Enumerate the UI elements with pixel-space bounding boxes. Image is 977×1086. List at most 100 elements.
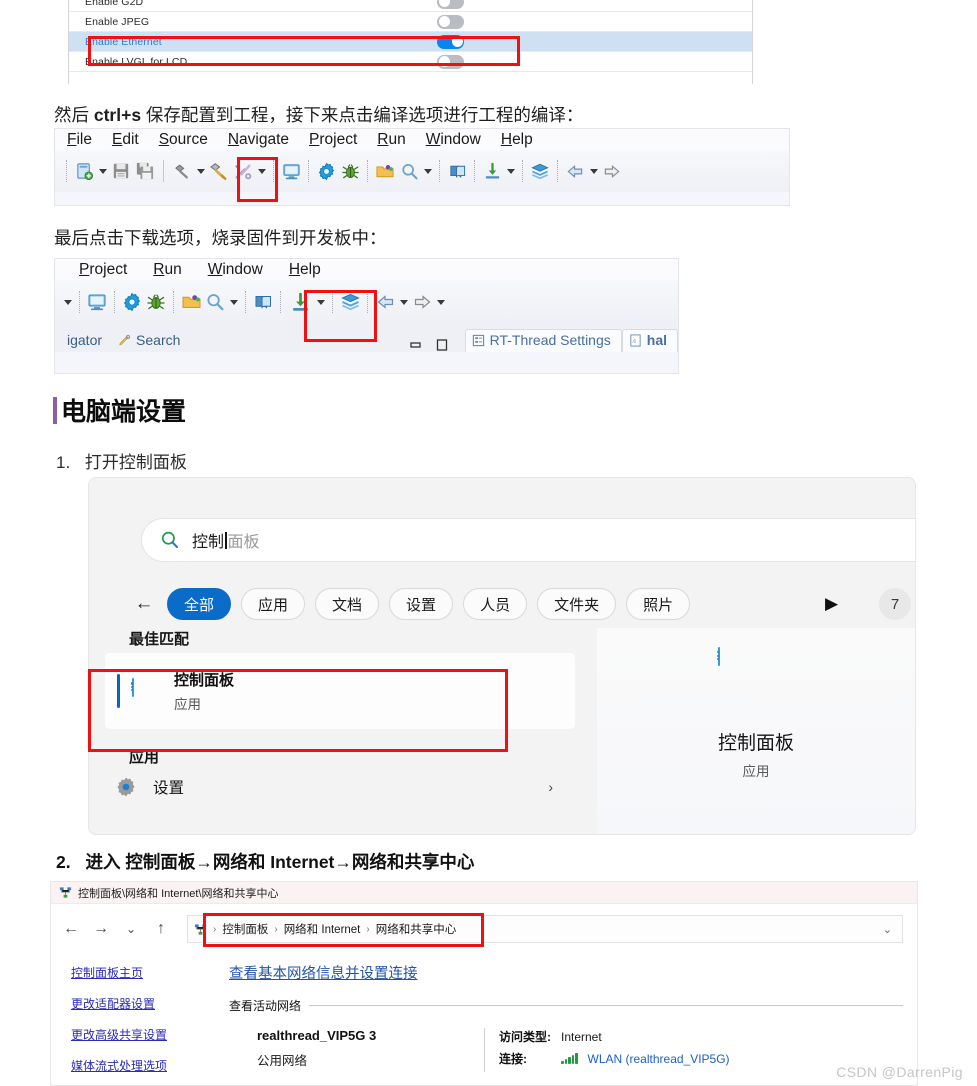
forward-arrow-icon[interactable]: → [93,920,109,938]
dropdown-caret[interactable] [61,289,74,315]
maximize-icon[interactable] [435,338,449,352]
result-best-match-control-panel[interactable]: 控制面板 应用 [105,653,575,729]
menu-window[interactable]: Window [208,261,263,279]
search-icon[interactable] [397,158,421,184]
toggle-knob [438,16,450,27]
toggle-enable-jpeg[interactable] [437,14,464,29]
content-heading[interactable]: 查看基本网络信息并设置连接 [229,962,903,983]
sidebar-item-advanced-sharing[interactable]: 更改高级共享设置 [71,1026,229,1043]
toggle-enable-g2d[interactable] [437,0,464,9]
back-arrow-icon[interactable]: ← [131,593,157,615]
download-icon[interactable] [286,289,314,315]
sidebar-item-media-streaming[interactable]: 媒体流式处理选项 [71,1057,229,1074]
dropdown-caret[interactable] [421,158,434,184]
open-folder-icon[interactable] [373,158,397,184]
menu-project[interactable]: Project [79,261,127,279]
tab-navigator[interactable]: igator [55,330,112,352]
address-bar[interactable]: › 控制面板 › 网络和 Internet › 网络和共享中心 ⌄ [187,915,903,943]
debug-bug-icon[interactable] [144,289,168,315]
sidebar-item-control-panel-home[interactable]: 控制面板主页 [71,964,229,981]
toggle-enable-ethernet[interactable] [437,34,464,49]
tab-hal-c-file[interactable]: .c hal [621,329,678,352]
active-network-row: realthread_VIP5G 3 公用网络 访问类型: Internet 连… [229,1028,903,1072]
chip-settings[interactable]: 设置 [389,588,454,620]
search-input[interactable]: 控制 面板 [141,518,915,562]
book-icon[interactable] [445,158,469,184]
chip-photos[interactable]: 照片 [626,588,691,620]
breadcrumb-item-network-sharing-center[interactable]: 网络和共享中心 [376,921,457,937]
chip-all[interactable]: 全部 [167,588,232,620]
download-icon[interactable] [480,158,504,184]
menu-help[interactable]: Help [501,131,533,149]
dropdown-caret[interactable] [194,158,207,184]
minimize-icon[interactable] [409,338,423,352]
forward-arrow-icon[interactable] [600,158,624,184]
result-count-badge[interactable]: 7 [879,588,911,620]
hammer-icon[interactable] [170,158,194,184]
menu-edit[interactable]: Edit [112,131,139,149]
settings-row[interactable]: Enable LVGL for LCD [69,52,752,72]
dropdown-caret[interactable] [314,289,327,315]
save-icon[interactable] [109,158,133,184]
menu-project[interactable]: Project [309,131,357,149]
breadcrumb-item-network-internet[interactable]: 网络和 Internet [284,921,361,937]
layers-icon[interactable] [528,158,552,184]
tab-search[interactable]: Search [112,330,190,352]
dropdown-caret[interactable] [587,158,600,184]
dropdown-caret[interactable] [434,289,447,315]
toggle-enable-lvgl[interactable] [437,54,464,69]
tab-rtthread-settings[interactable]: RT-Thread Settings [464,329,622,352]
settings-row[interactable]: Enable JPEG [69,12,752,32]
menu-run[interactable]: Run [153,261,181,279]
network-identity: realthread_VIP5G 3 公用网络 [229,1028,484,1072]
settings-gear-icon[interactable] [120,289,144,315]
back-arrow-icon[interactable] [563,158,587,184]
layers-icon[interactable] [338,289,362,315]
dropdown-caret[interactable] [227,289,240,315]
dropdown-caret[interactable] [397,289,410,315]
dropdown-caret[interactable] [96,158,109,184]
connection-value[interactable]: WLAN (realthread_VIP5G) [588,1052,730,1066]
play-arrow-icon[interactable]: ▶ [825,594,838,614]
chevron-right-icon[interactable]: › [548,779,553,795]
settings-row[interactable]: Enable G2D [69,0,752,12]
chevron-down-icon[interactable]: ⌄ [883,923,892,936]
chip-documents[interactable]: 文档 [315,588,380,620]
forward-arrow-icon[interactable] [410,289,434,315]
search-icon[interactable] [203,289,227,315]
breadcrumb-item-control-panel[interactable]: 控制面板 [222,921,268,937]
prose-text: 最后点击下载选项，烧录固件到开发板中： [54,228,387,248]
dropdown-caret[interactable] [504,158,517,184]
debug-bug-icon[interactable] [338,158,362,184]
up-arrow-icon[interactable]: ↑ [153,920,169,938]
console-icon[interactable] [279,158,303,184]
connection-line: 连接: WLAN (realthread_VIP5G) [499,1050,730,1067]
result-settings-app[interactable]: 设置 › [105,776,575,798]
console-icon[interactable] [85,289,109,315]
open-folder-icon[interactable] [179,289,203,315]
settings-row-selected[interactable]: Enable Ethernet [69,32,752,52]
sidebar-item-change-adapter-settings[interactable]: 更改适配器设置 [71,995,229,1012]
recent-caret-icon[interactable]: ⌄ [123,922,139,936]
chip-folders[interactable]: 文件夹 [537,588,617,620]
menu-run[interactable]: Run [377,131,405,149]
back-arrow-icon[interactable] [373,289,397,315]
explorer-sidebar: 控制面板主页 更改适配器设置 更改高级共享设置 媒体流式处理选项 [51,954,229,1085]
tools-icon[interactable] [231,158,255,184]
save-all-icon[interactable] [133,158,157,184]
book-icon[interactable] [251,289,275,315]
menu-help[interactable]: Help [289,261,321,279]
dropdown-caret[interactable] [255,158,268,184]
menu-source[interactable]: Source [159,131,208,149]
menu-file[interactable]: File [67,131,92,149]
chip-people[interactable]: 人员 [463,588,528,620]
settings-gear-icon[interactable] [314,158,338,184]
menu-window[interactable]: Window [426,131,481,149]
toolbar-separator [114,291,115,313]
toolbar-separator [245,291,246,313]
chip-apps[interactable]: 应用 [241,588,306,620]
menu-navigate[interactable]: Navigate [228,131,289,149]
build-all-icon[interactable] [207,158,231,184]
new-file-icon[interactable] [72,158,96,184]
back-arrow-icon[interactable]: ← [63,920,79,938]
